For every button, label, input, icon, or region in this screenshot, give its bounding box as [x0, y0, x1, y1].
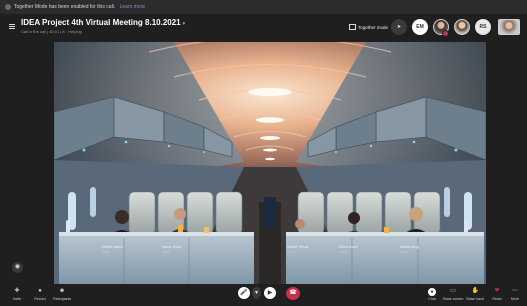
meeting-header: IDEA Project 4th Virtual Meeting 8.10.20… — [0, 14, 527, 40]
notification-message: Together Mode has been enabled for this … — [14, 4, 116, 10]
avatar[interactable]: RS — [475, 19, 491, 35]
participant-role: Guest — [400, 250, 409, 254]
learn-more-link[interactable]: Learn more — [120, 4, 146, 10]
chevron-down-icon[interactable]: ▾ — [183, 21, 186, 27]
people-icon: ☻ — [58, 288, 66, 294]
meeting-title-text: IDEA Project 4th Virtual Meeting 8.10.20… — [21, 18, 181, 27]
avatar[interactable]: EM — [412, 19, 428, 35]
more-label: More — [511, 297, 519, 301]
record-icon: ● — [38, 288, 42, 294]
avatar-initials: RS — [479, 24, 487, 30]
participant-name: Elena Marin — [339, 245, 358, 249]
heart-icon: ❤ — [494, 288, 500, 294]
avatar-initials: EM — [416, 24, 424, 30]
share-tray-button[interactable]: ➤ — [391, 19, 407, 35]
meeting-title: IDEA Project 4th Virtual Meeting 8.10.20… — [21, 18, 185, 27]
phone-hangup-icon: ☎ — [289, 290, 297, 296]
together-mode-label: Together mode — [358, 25, 389, 30]
share-screen-label: Share screen — [442, 297, 464, 301]
participant-name: Dimitri Ivanov — [102, 245, 124, 249]
together-mode-stage: Dimitri Ivanov Guest Marco Rossi Guest A… — [54, 42, 486, 284]
record-button[interactable]: ● Record — [28, 288, 52, 301]
notification-bar: Together Mode has been enabled for this … — [0, 0, 527, 14]
invite-label: Invite — [12, 297, 22, 301]
participant-role: Guest — [162, 250, 171, 254]
together-mode-icon — [349, 24, 356, 30]
chat-icon: ● — [428, 288, 436, 296]
participant-name: Marco Rossi — [162, 245, 182, 249]
arrow-icon: ➤ — [396, 24, 402, 30]
share-screen-button[interactable]: ▭ Share screen — [441, 288, 465, 301]
audio-options-button[interactable]: ▾ — [252, 287, 261, 299]
record-label: Record — [34, 297, 46, 301]
participant-role: Guest — [287, 250, 296, 254]
call-controls-bar: ✚ Invite ● Record ☻ Participants 🎤 ▾ ▶ ☎… — [0, 284, 527, 306]
together-mode-button[interactable]: Together mode — [349, 24, 388, 30]
meeting-subtitle: Call in the call | 46:01 | 8 · Helping — [21, 29, 82, 34]
muted-indicator — [442, 30, 449, 37]
participant-name: Ahmet Yilmaz — [287, 245, 309, 249]
participants-label: Participants — [52, 297, 72, 301]
microphone-icon: 🎤 — [240, 290, 248, 296]
raise-hand-label: Raise hand — [466, 297, 484, 301]
hand-icon: ✋ — [471, 288, 479, 294]
participant-role: Guest — [339, 250, 348, 254]
invite-button[interactable]: ✚ Invite — [5, 288, 29, 301]
more-icon: ⋯ — [512, 288, 518, 294]
raise-hand-button[interactable]: ✋ Raise hand — [463, 288, 487, 301]
self-video-thumbnail[interactable] — [498, 19, 520, 35]
avatar[interactable] — [454, 19, 470, 35]
participant-role: Guest — [102, 250, 111, 254]
participants-button[interactable]: ☻ Participants — [50, 288, 74, 301]
notification-text: Together Mode has been enabled for this … — [14, 0, 145, 14]
info-icon — [5, 4, 11, 10]
end-call-button[interactable]: ☎ — [286, 287, 300, 300]
menu-icon[interactable] — [9, 24, 15, 29]
person-add-icon: ✚ — [14, 288, 20, 294]
chevron-down-icon: ▾ — [254, 290, 258, 296]
participant-name: Hanna Berg — [400, 245, 419, 249]
share-icon: ▭ — [450, 288, 456, 294]
camera-icon: ▶ — [267, 290, 273, 296]
mute-button[interactable]: 🎤 — [238, 287, 250, 299]
app-icon[interactable]: ◉ — [12, 262, 23, 273]
camera-button[interactable]: ▶ — [264, 287, 276, 299]
more-button[interactable]: ⋯ More — [503, 288, 527, 301]
